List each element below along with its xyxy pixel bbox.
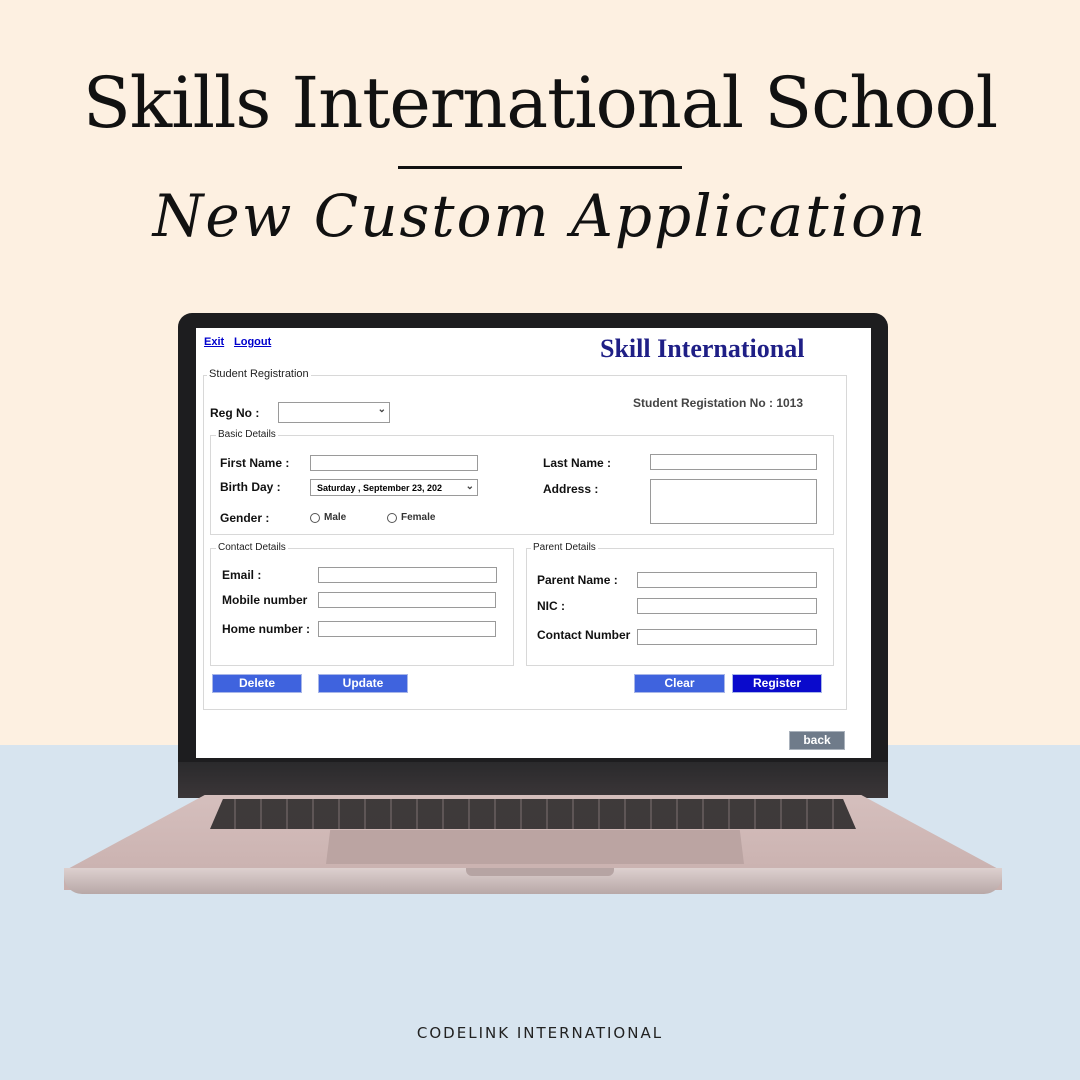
student-registration-legend: Student Registration (207, 368, 311, 380)
email-label: Email : (222, 568, 262, 582)
address-textarea[interactable] (650, 479, 817, 524)
laptop-keyboard (210, 799, 856, 829)
update-button[interactable]: Update (318, 674, 408, 693)
poster-subheadline: New Custom Application (152, 182, 928, 250)
nic-label: NIC : (537, 599, 565, 613)
gender-female-radio[interactable]: Female (387, 512, 435, 523)
laptop-trackpad (326, 830, 744, 864)
parent-name-input[interactable] (637, 572, 817, 588)
app-title: Skill International (600, 334, 805, 363)
logout-link[interactable]: Logout (234, 336, 271, 348)
registration-number-text: Student Registation No : 1013 (633, 396, 804, 410)
mobile-number-input[interactable] (318, 592, 496, 608)
poster-headline: Skills International School (82, 62, 998, 144)
headline-divider (398, 166, 682, 169)
laptop-notch (466, 868, 614, 876)
last-name-label: Last Name : (543, 456, 612, 470)
chevron-down-icon: ⌄ (463, 481, 474, 492)
gender-female-label: Female (401, 512, 436, 523)
radio-icon (310, 512, 320, 523)
first-name-input[interactable] (310, 455, 478, 471)
reg-no-label: Reg No : (210, 406, 260, 420)
register-button[interactable]: Register (732, 674, 822, 693)
chevron-down-icon: ⌄ (377, 404, 386, 415)
clear-button[interactable]: Clear (634, 674, 725, 693)
exit-link[interactable]: Exit (204, 336, 224, 348)
birth-day-picker[interactable]: Saturday , September 23, 202 ⌄ (310, 479, 478, 496)
parent-name-label: Parent Name : (537, 573, 618, 587)
basic-details-legend: Basic Details (216, 429, 278, 440)
delete-button[interactable]: Delete (212, 674, 302, 693)
back-button[interactable]: back (789, 731, 845, 750)
mobile-number-label: Mobile number (222, 593, 308, 607)
nic-input[interactable] (637, 598, 817, 614)
address-label: Address : (543, 482, 599, 496)
parent-details-legend: Parent Details (531, 542, 598, 553)
contact-number-input[interactable] (637, 629, 817, 645)
birth-day-label: Birth Day : (220, 480, 281, 494)
gender-male-radio[interactable]: Male (310, 512, 346, 523)
poster-footer: CODELINK INTERNATIONAL (416, 1024, 664, 1042)
laptop-hinge (178, 762, 888, 798)
first-name-label: First Name : (220, 456, 290, 470)
gender-male-label: Male (324, 512, 347, 523)
birth-day-value: Saturday , September 23, 202 (317, 482, 443, 493)
last-name-input[interactable] (650, 454, 817, 470)
radio-icon (387, 512, 397, 523)
app-window: Exit Logout Skill International Student … (196, 328, 871, 758)
home-number-label: Home number : (222, 622, 311, 636)
gender-label: Gender : (220, 511, 270, 525)
reg-no-dropdown[interactable]: ⌄ (278, 402, 390, 423)
home-number-input[interactable] (318, 621, 496, 637)
contact-details-legend: Contact Details (216, 542, 288, 553)
email-input[interactable] (318, 567, 497, 583)
contact-number-label: Contact Number (537, 628, 631, 642)
